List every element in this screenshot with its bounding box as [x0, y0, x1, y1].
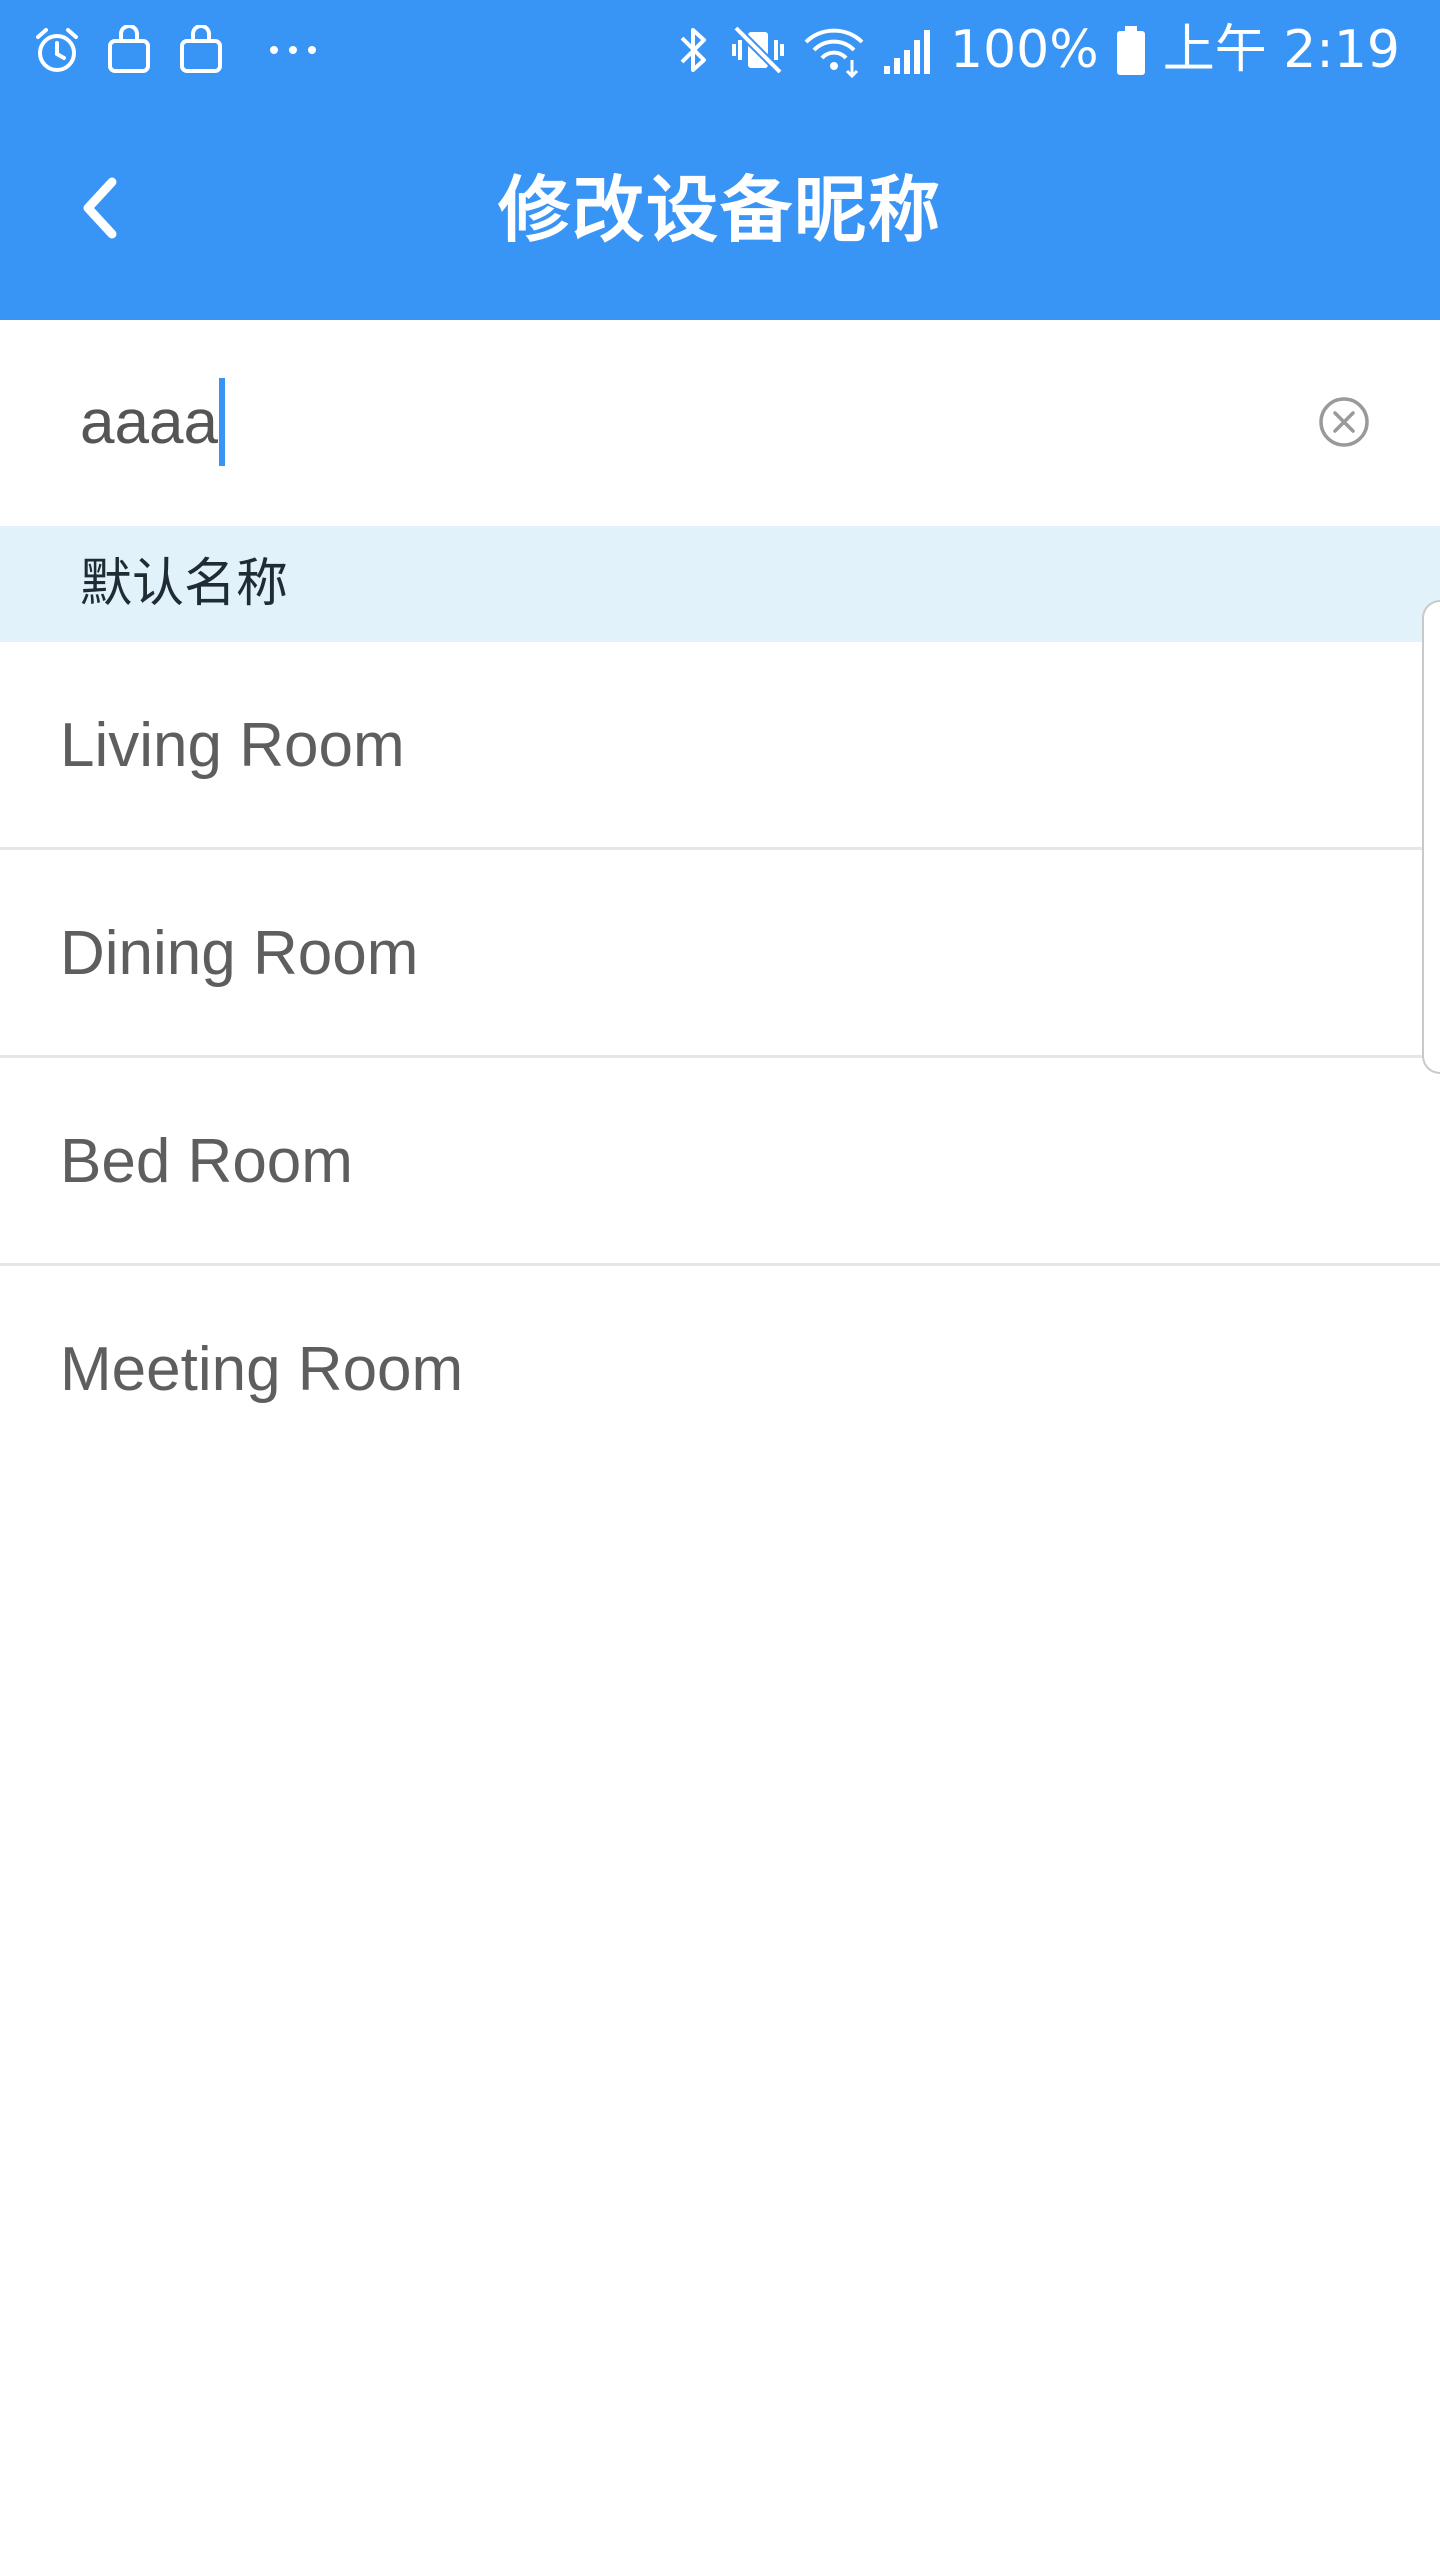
clear-circle-icon [1314, 397, 1374, 456]
more-dots-icon [266, 25, 320, 75]
title-bar: 修改设备昵称 [0, 100, 1440, 320]
bluetooth-icon [674, 22, 714, 78]
text-caret [219, 378, 225, 466]
list-item-label: Bed Room [60, 1127, 353, 1196]
app-bar: 100% 上午 2:19 修改设备昵称 [0, 0, 1440, 320]
scroll-indicator[interactable] [1422, 600, 1440, 1074]
list-item[interactable]: Bed Room [0, 1058, 1440, 1266]
list-item[interactable]: Living Room [0, 642, 1440, 850]
chevron-left-icon [70, 168, 130, 253]
battery-percent: 100% [950, 20, 1099, 80]
list-item[interactable]: Meeting Room [0, 1266, 1440, 1474]
list-item-label: Living Room [60, 711, 405, 780]
status-bar-right: 100% 上午 2:19 [674, 14, 1400, 86]
list-item-label: Meeting Room [60, 1335, 464, 1404]
alarm-icon [32, 25, 82, 75]
vibrate-mute-icon [730, 22, 786, 78]
nickname-input[interactable] [80, 372, 1280, 472]
section-title: 默认名称 [80, 554, 289, 614]
default-names-list: Living Room Dining Room Bed Room Meeting… [0, 642, 1440, 1474]
signal-icon [882, 22, 934, 78]
wifi-icon [802, 22, 866, 78]
shopping-bag-icon [176, 25, 226, 75]
page-title: 修改设备昵称 [497, 168, 942, 252]
default-names-header: 默认名称 [0, 526, 1440, 642]
shopping-bag-icon [104, 25, 154, 75]
list-item-label: Dining Room [60, 919, 419, 988]
battery-icon [1115, 22, 1147, 78]
list-item[interactable]: Dining Room [0, 850, 1440, 1058]
back-button[interactable] [70, 155, 180, 265]
status-bar-left [32, 22, 320, 78]
clear-input-button[interactable] [1314, 392, 1374, 452]
edit-device-nickname-screen: 100% 上午 2:19 修改设备昵称 aaaa 默认名称 Living Roo… [0, 0, 1440, 2560]
status-bar: 100% 上午 2:19 [0, 0, 1440, 100]
status-time: 上午 2:19 [1162, 20, 1400, 80]
nickname-input-row [0, 320, 1440, 526]
